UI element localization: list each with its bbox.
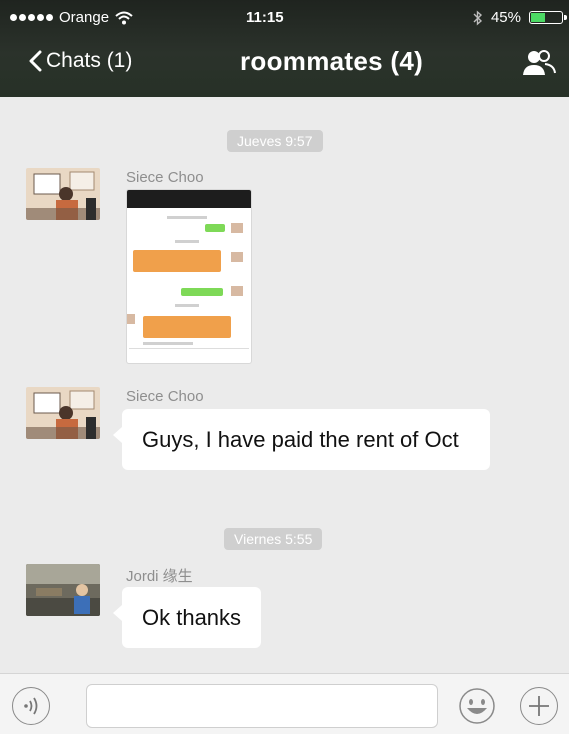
- bluetooth-icon: [473, 9, 482, 26]
- plus-icon: [529, 696, 549, 716]
- input-bar: [0, 673, 569, 734]
- message-input[interactable]: [86, 684, 438, 728]
- timestamp-badge: Jueves 9:57: [227, 130, 323, 152]
- wifi-icon: [115, 11, 133, 24]
- back-button[interactable]: Chats (1): [28, 49, 132, 73]
- carrier-info: Orange: [10, 9, 133, 26]
- group-members-icon[interactable]: [521, 48, 557, 78]
- avatar-photo: [26, 168, 100, 220]
- signal-strength-icon: [10, 14, 53, 21]
- avatar-photo: [26, 564, 100, 616]
- sender-name: Siece Choo: [126, 388, 204, 405]
- avatar[interactable]: [26, 168, 100, 220]
- sender-name: Jordi 缘生: [126, 568, 193, 585]
- chevron-left-icon: [29, 50, 42, 72]
- voice-button[interactable]: [12, 687, 50, 725]
- back-label: Chats (1): [46, 49, 133, 72]
- image-message[interactable]: [126, 189, 252, 364]
- status-right: 45%: [473, 9, 567, 26]
- navigation-bar: Chats (1) roommates (4): [0, 36, 569, 92]
- chat-title: roommates (4): [240, 46, 424, 76]
- avatar[interactable]: [26, 387, 100, 439]
- message-bubble[interactable]: Ok thanks: [112, 587, 262, 648]
- message-bubble[interactable]: Guys, I have paid the rent of Oct: [113, 409, 490, 470]
- chat-header: Orange 11:15 45% Chats (1) roommates (4): [0, 0, 569, 97]
- avatar[interactable]: [26, 564, 100, 616]
- thumbnail-header: [127, 190, 251, 208]
- status-time: 11:15: [246, 9, 284, 26]
- avatar-photo: [26, 387, 100, 439]
- carrier-name: Orange: [59, 9, 110, 26]
- sender-name: Siece Choo: [126, 169, 204, 186]
- emoji-icon[interactable]: [458, 687, 496, 725]
- voice-icon: [24, 697, 38, 715]
- battery-icon: [529, 11, 567, 24]
- more-options-button[interactable]: [520, 687, 558, 725]
- timestamp-badge: Viernes 5:55: [224, 528, 323, 550]
- status-bar: Orange 11:15 45%: [0, 0, 569, 34]
- battery-percent: 45%: [490, 9, 521, 26]
